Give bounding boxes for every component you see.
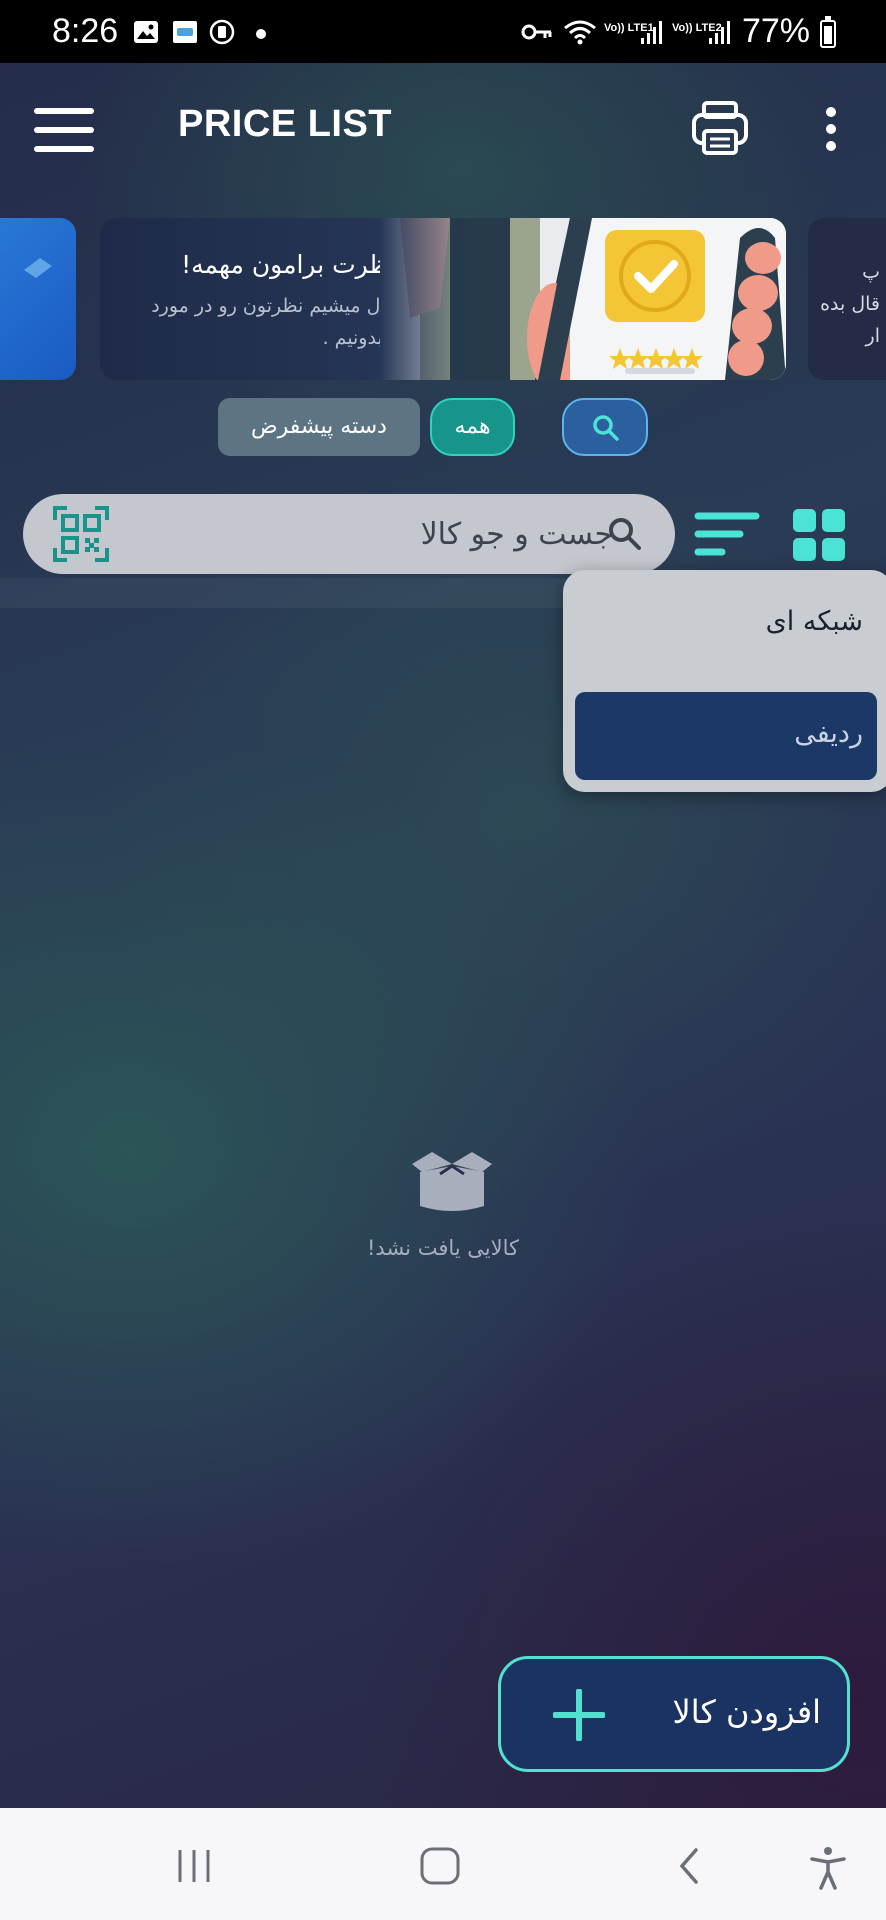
wifi-icon <box>564 20 596 45</box>
print-icon[interactable] <box>690 97 750 157</box>
app-bar: PRICE LIST <box>0 63 886 193</box>
add-product-button[interactable]: افزودن کالا <box>498 1656 850 1772</box>
status-time: 8:26 <box>52 12 119 50</box>
sort-icon[interactable] <box>694 510 760 558</box>
accessibility-icon[interactable] <box>808 1846 848 1890</box>
menu-item-grid[interactable]: شبکه ای <box>766 606 863 637</box>
banner-art <box>24 258 52 278</box>
add-product-label: افزودن کالا <box>672 1693 821 1731</box>
home-icon[interactable] <box>418 1846 462 1886</box>
search-icon <box>593 415 619 441</box>
notification-dot <box>256 29 266 39</box>
back-icon[interactable] <box>674 1846 704 1886</box>
more-vertical-icon[interactable] <box>824 107 838 151</box>
chip-all[interactable]: همه <box>430 398 515 456</box>
view-mode-menu: شبکه ای ردیفی <box>563 570 886 792</box>
search-input[interactable] <box>153 508 613 560</box>
empty-state-message: کالایی یافت نشد! <box>367 1236 519 1260</box>
system-nav-bar <box>0 1808 886 1920</box>
battery-icon <box>820 16 836 48</box>
battery-percent: 77% <box>741 12 810 50</box>
banner-next[interactable]: پ قال بده ار <box>808 218 886 380</box>
signal-icon <box>641 21 662 44</box>
screen-record-icon <box>209 19 235 45</box>
page-title: PRICE LIST <box>178 103 393 145</box>
banner-next-text: پ قال بده ار <box>820 261 880 347</box>
banner-feedback[interactable]: 💬 نظرت برامون مهمه! خوشحال میشیم نظرتون … <box>100 218 786 380</box>
chip-search-button[interactable] <box>562 398 648 456</box>
chip-default-category[interactable]: دسته پیشفرض <box>218 398 420 456</box>
menu-item-row-label: ردیفی <box>794 718 863 749</box>
gallery-icon <box>134 21 158 43</box>
key-icon <box>521 24 552 40</box>
rating-illustration <box>380 218 786 380</box>
search-bar <box>23 494 675 574</box>
empty-box-icon <box>412 1152 492 1211</box>
grid-view-icon[interactable] <box>792 508 846 562</box>
status-bar: 8:26 Vo)) LTE1 Vo)) LTE2 77% <box>0 0 886 63</box>
qr-scan-icon[interactable] <box>53 506 109 562</box>
menu-icon[interactable] <box>34 108 94 152</box>
app-notification-icon <box>173 21 197 43</box>
banner-previous[interactable] <box>0 218 76 380</box>
signal-icon <box>709 21 730 44</box>
plus-icon <box>553 1689 605 1741</box>
search-icon <box>609 518 641 550</box>
recents-icon[interactable] <box>174 1846 214 1886</box>
menu-item-row[interactable]: ردیفی <box>575 692 877 780</box>
